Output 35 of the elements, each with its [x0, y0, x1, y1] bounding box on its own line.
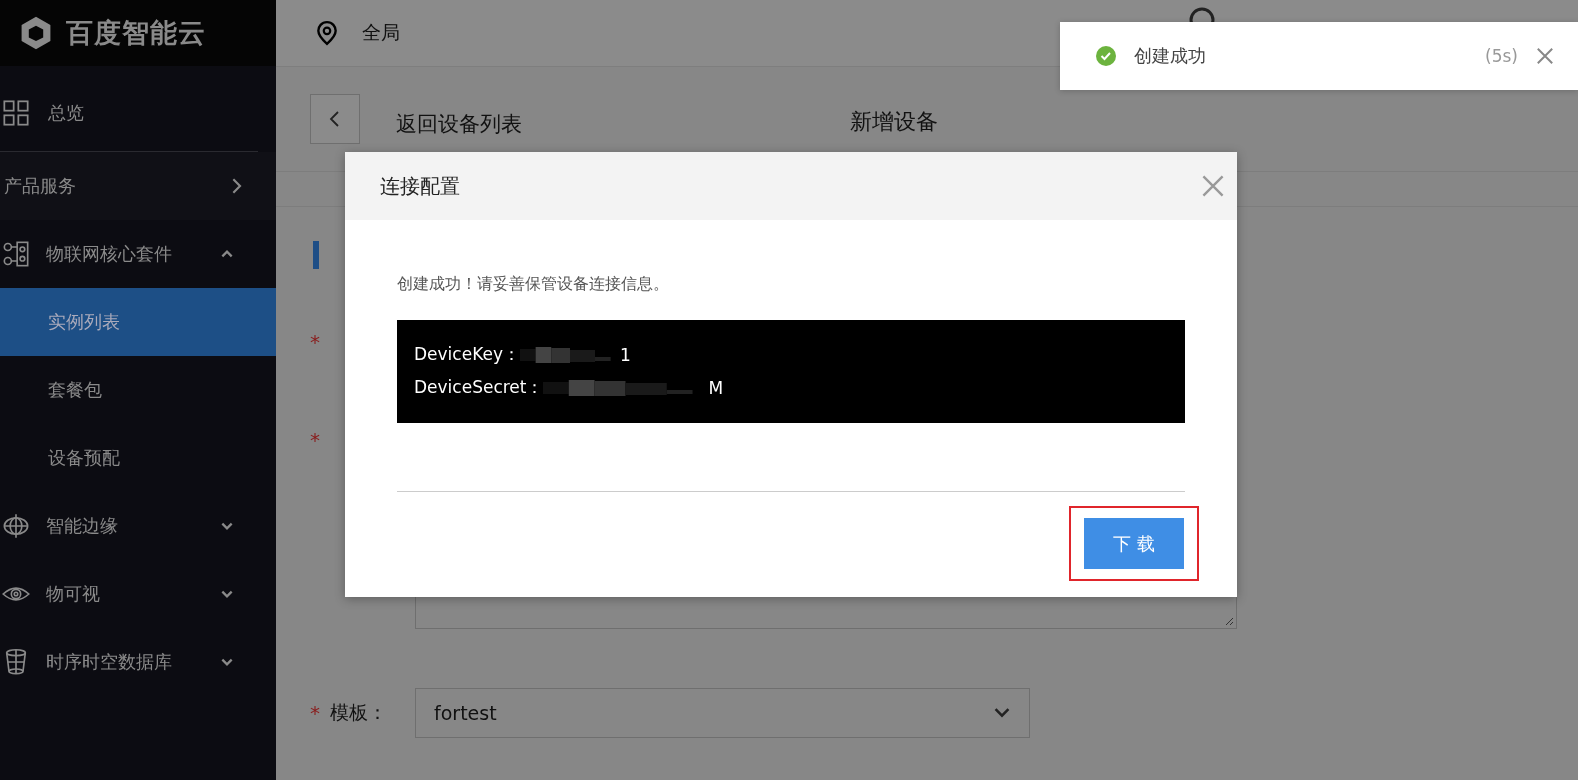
dialog-title: 连接配置: [380, 172, 460, 200]
required-mark: *: [310, 428, 321, 452]
globe-icon: [2, 512, 30, 540]
countdown-label: (5s): [1485, 46, 1518, 66]
grid-icon: [2, 98, 30, 127]
close-icon[interactable]: [1201, 174, 1225, 198]
credential-value: M: [708, 377, 724, 398]
download-button[interactable]: 下 载: [1084, 518, 1184, 569]
nav-subitem[interactable]: 实例列表: [0, 288, 276, 356]
nav-group[interactable]: 时序时空数据库: [0, 628, 276, 696]
section-marker: [313, 241, 319, 269]
nav-subitem[interactable]: 设备预配: [0, 424, 276, 492]
nav-group[interactable]: 物可视: [0, 560, 276, 628]
credential-label: DeviceSecret：: [414, 376, 544, 399]
nav-group[interactable]: 物联网核心套件: [0, 220, 276, 288]
close-icon[interactable]: [1536, 47, 1554, 65]
credential-value: 1: [619, 344, 631, 365]
back-link[interactable]: 返回设备列表: [396, 110, 522, 138]
required-mark: *: [310, 701, 321, 725]
brand-logo: 百度智能云: [66, 16, 206, 50]
template-select[interactable]: fortest: [415, 688, 1030, 738]
required-mark: *: [310, 330, 321, 354]
resize-grip-icon: [1224, 616, 1234, 626]
toast-message: 创建成功: [1134, 44, 1206, 68]
location-pin-icon: [314, 20, 340, 46]
check-circle-icon: [1096, 46, 1116, 66]
nav-section[interactable]: 产品服务: [0, 152, 276, 220]
credential-label: DeviceKey：: [414, 343, 520, 366]
field-label: 模板：: [330, 700, 388, 725]
nav-subitem[interactable]: 套餐包: [0, 356, 276, 424]
region-label[interactable]: 全局: [362, 20, 400, 46]
page-title: 新增设备: [850, 108, 938, 136]
network-icon: [2, 240, 30, 268]
nav-group[interactable]: 智能边缘: [0, 492, 276, 560]
success-message: 创建成功！请妥善保管设备连接信息。: [397, 273, 670, 295]
